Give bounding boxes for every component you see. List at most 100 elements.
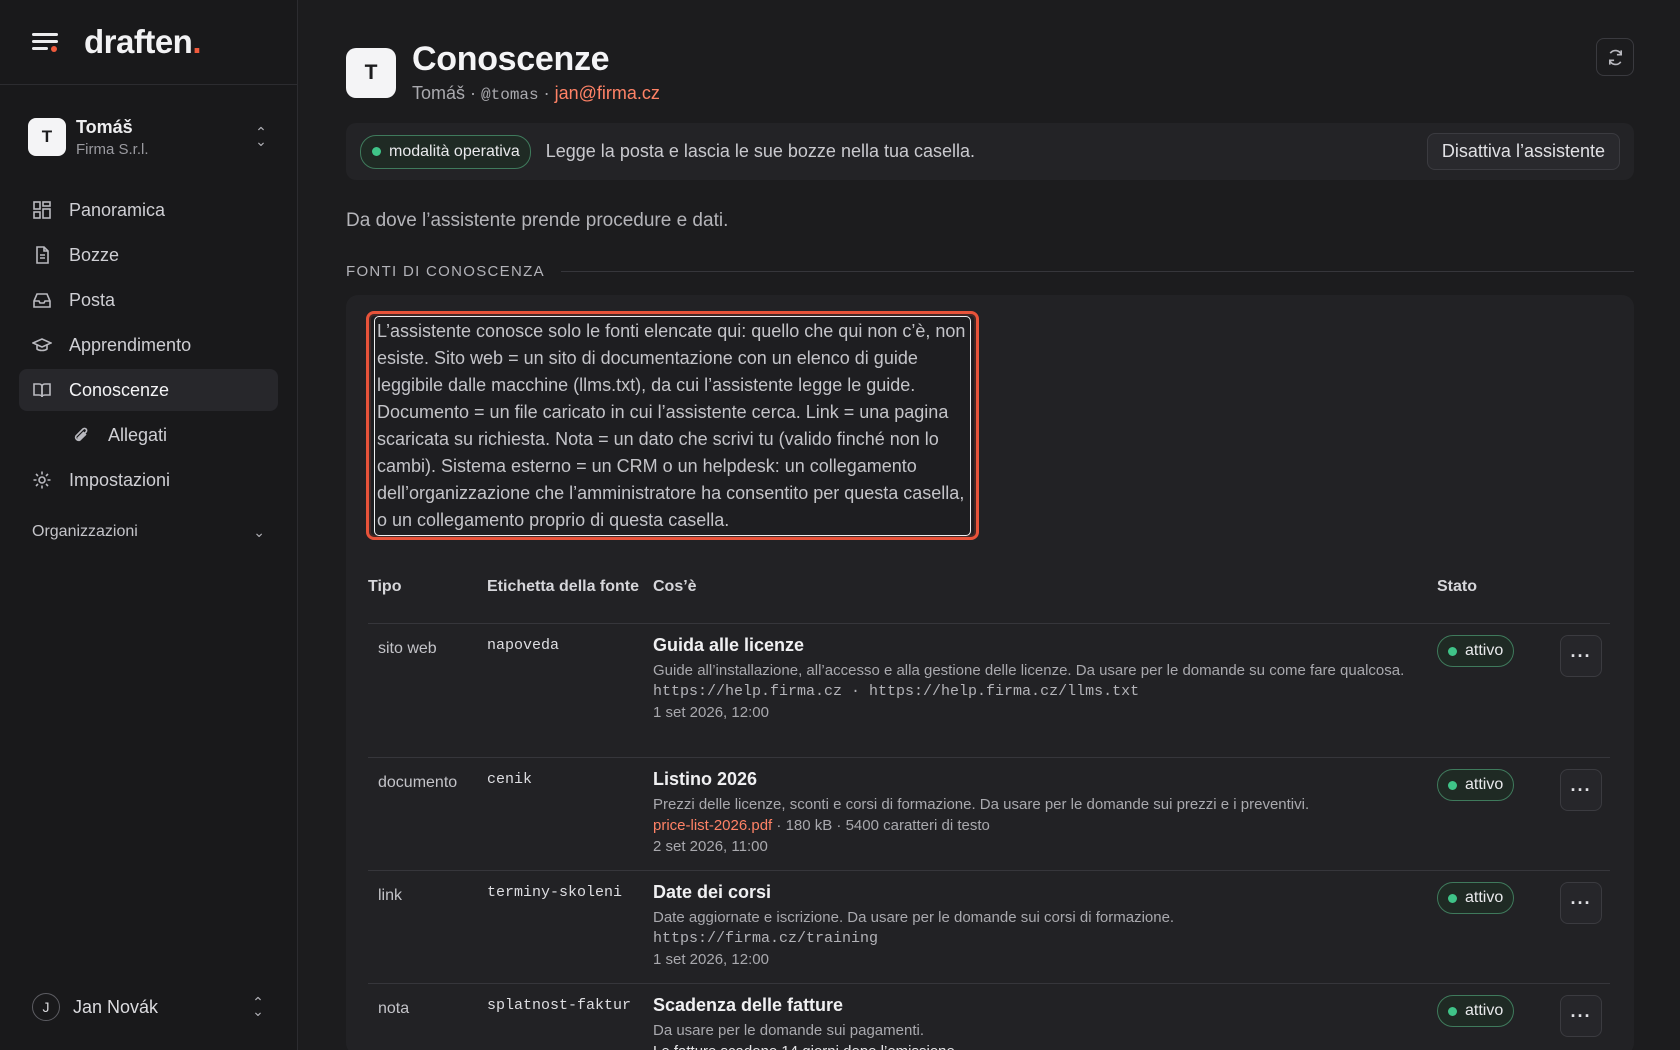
source-type: documento [378,774,458,791]
mode-description: Legge la posta e lascia le sue bozze nel… [545,141,976,161]
status-dot [1448,893,1457,903]
assistant-mode-bar: modalità operativa Legge la posta e lasc… [346,123,1634,180]
source-label: terminy-skoleni [487,884,623,901]
page-intro: Da dove l’assistente prende procedure e … [346,210,729,231]
source-url: https://help.firma.cz · https://help.fir… [653,683,1140,700]
nav-label: Posta [69,289,116,310]
column-header-status: Stato [1437,577,1477,595]
nav-label: Bozze [69,244,120,265]
source-type: nota [378,1000,410,1017]
status-badge: attivo [1437,635,1515,667]
status-badge: attivo [1437,995,1515,1027]
nav-item-posta[interactable]: Posta [19,279,278,321]
section-divider [560,271,1634,272]
page-title: Conoscenze [412,40,610,78]
document-icon [32,245,52,265]
nav-label: Apprendimento [69,334,192,355]
mailbox-handle: @tomas [481,86,539,104]
nav-label: Conoscenze [69,379,170,400]
status-label: attivo [1465,642,1504,659]
main-content: T Conoscenze Tomáš · @tomas · jan@firma.… [346,0,1634,1050]
table-row: documento cenik Listino 2026 Prezzi dell… [368,758,1610,871]
source-title: Guida alle licenze [653,635,805,655]
meta-separator: · [538,83,555,103]
sources-explainer-text: L’assistente conosce solo le fonti elenc… [374,316,971,536]
chevron-up-down-icon: ⌃ ⌄ [255,124,267,149]
status-badge: attivo [1437,882,1515,914]
chevron-up-down-icon: ⌃ ⌄ [252,994,264,1019]
source-date: 1 set 2026, 12:00 [653,704,769,721]
sources-explainer: L’assistente conosce solo le fonti elenc… [366,311,979,540]
nav-item-bozze[interactable]: Bozze [19,234,278,276]
table-header: Tipo Etichetta della fonte Cos’è Stato [368,550,1610,624]
row-actions-button[interactable]: ··· [1560,769,1602,811]
source-label: splatnost-faktur [487,997,632,1014]
user-name: Jan Novák [73,996,159,1017]
status-badge: attivo [1437,769,1515,801]
paperclip-icon [71,425,91,445]
status-dot [372,147,381,156]
deactivate-assistant-button[interactable]: Disattiva l’assistente [1426,133,1620,170]
source-title: Scadenza delle fatture [653,995,844,1015]
page-header: T Conoscenze Tomáš · @tomas · jan@firma.… [346,0,1634,123]
nav-label: Impostazioni [69,469,171,490]
table-row: sito web napoveda Guida alle licenze Gui… [368,624,1610,758]
status-label: attivo [1465,889,1504,906]
nav-label: Panoramica [69,199,166,220]
account-switcher[interactable]: T Tomáš Firma S.r.l. ⌃ ⌄ [0,85,297,189]
nav-item-allegati[interactable]: Allegati [19,414,278,456]
source-file-info: price-list-2026.pdf · 180 kB · 5400 cara… [653,815,1437,836]
column-header-type: Tipo [368,577,402,595]
file-link[interactable]: price-list-2026.pdf [653,817,772,834]
source-description: Da usare per le domande sui pagamenti. [653,1022,924,1039]
refresh-icon [1608,49,1622,65]
row-actions-button[interactable]: ··· [1560,882,1602,924]
source-url: https://firma.cz/training [653,930,879,947]
source-description: Date aggiornate e iscrizione. Da usare p… [653,909,1175,926]
mode-badge: modalità operativa [360,134,531,169]
nav-item-panoramica[interactable]: Panoramica [19,189,278,231]
section-title: FONTI DI CONOSCENZA [346,263,545,280]
status-label: attivo [1465,1002,1504,1019]
brand-bar: draften. [0,0,297,85]
mailbox-owner: Tomáš [412,83,466,103]
source-label: cenik [487,771,533,788]
main-nav: Panoramica Bozze Posta Apprendimento Con… [0,189,297,501]
nav-item-impostazioni[interactable]: Impostazioni [19,459,278,501]
grid-icon [32,200,52,220]
logo[interactable]: draften. [84,23,201,61]
organizations-toggle[interactable]: Organizzazioni ⌄ [0,511,297,553]
mailbox-email-link[interactable]: jan@firma.cz [555,83,660,103]
chevron-down-icon: ⌄ [253,523,265,540]
mailbox-meta: Tomáš · @tomas · jan@firma.cz [412,83,1596,104]
section-heading: FONTI DI CONOSCENZA [346,263,1634,280]
nav-item-apprendimento[interactable]: Apprendimento [19,324,278,366]
sidebar: draften. T Tomáš Firma S.r.l. ⌃ ⌄ Panoram… [0,0,298,1050]
status-dot [1448,646,1457,656]
column-header-label: Etichetta della fonte [487,577,640,595]
status-dot [1448,780,1457,790]
meta-separator: · [465,83,482,103]
inbox-icon [32,290,52,310]
knowledge-sources-panel: L’assistente conosce solo le fonti elenc… [346,295,1634,1050]
column-header-what: Cos’è [653,577,697,595]
user-menu[interactable]: J Jan Novák ⌃ ⌄ [0,982,298,1032]
account-avatar: T [28,118,66,156]
table-row: nota splatnost-faktur Scadenza delle fat… [368,984,1610,1050]
source-type: link [378,887,403,904]
status-label: attivo [1465,776,1504,793]
row-actions-button[interactable]: ··· [1560,995,1602,1037]
organizations-label: Organizzazioni [32,523,138,540]
source-description: Guide all’installazione, all’accesso e a… [653,662,1405,679]
source-title: Listino 2026 [653,769,758,789]
book-icon [32,380,52,400]
refresh-button[interactable] [1596,38,1634,76]
user-avatar: J [32,993,60,1021]
nav-label: Allegati [108,424,168,445]
menu-icon[interactable] [32,31,60,53]
row-actions-button[interactable]: ··· [1560,635,1602,677]
status-dot [1448,1006,1457,1016]
nav-item-conoscenze[interactable]: Conoscenze [19,369,278,411]
source-description: Prezzi delle licenze, sconti e corsi di … [653,796,1310,813]
graduation-cap-icon [32,335,52,355]
